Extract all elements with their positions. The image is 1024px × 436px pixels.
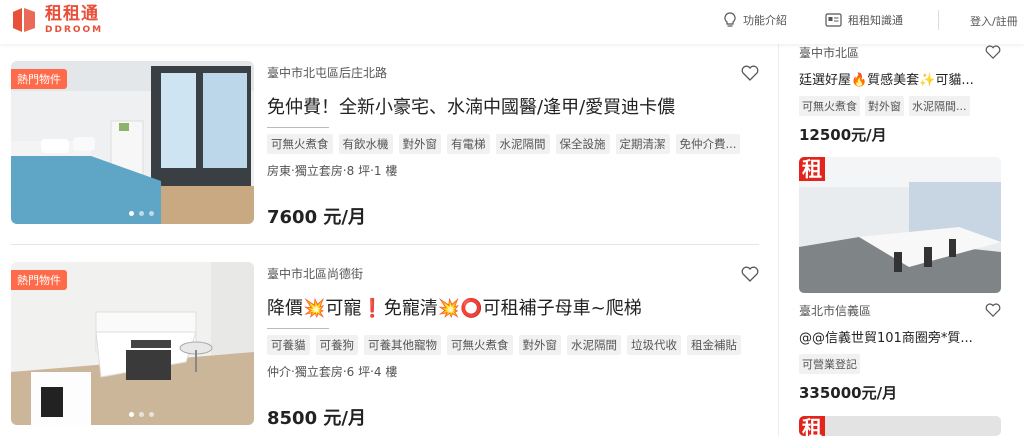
rent-badge: 租 xyxy=(799,157,825,181)
listing-tags: 可養貓 可養狗 可養其他寵物 可無火煮食 對外窗 水泥隔間 垃圾代收 租金補貼 xyxy=(267,335,757,355)
listing-tags: 可無火煮食 有飲水機 對外窗 有電梯 水泥隔間 保全設施 定期清潔 免仲介費..… xyxy=(267,134,757,154)
listing-price: 7600 元/月 xyxy=(267,207,366,228)
hot-badge: 熱門物件 xyxy=(11,270,67,290)
hot-badge: 熱門物件 xyxy=(11,69,67,89)
tag: 垃圾代收 xyxy=(627,335,681,355)
tag: 可養其他寵物 xyxy=(364,335,441,355)
listing-photo[interactable]: 熱門物件 xyxy=(11,61,254,224)
tag: 定期清潔 xyxy=(615,134,670,154)
tag: 可養貓 xyxy=(267,335,310,355)
tag: 水泥隔間... xyxy=(909,96,970,116)
brand-logo[interactable]: 租租通 DDROOM xyxy=(9,5,103,35)
recommendation-photo[interactable]: 租 xyxy=(799,416,1001,436)
recommendation-sidebar: 臺中市北區 廷選好屋🔥質感美套✨可貓... 可無火煮食 對外窗 水泥隔間... … xyxy=(778,44,1024,436)
nav-features-label: 功能介紹 xyxy=(743,14,787,27)
listing-title[interactable]: 免仲費！全新小豪宅、水湳中國醫/逢甲/愛買迪卡儂 xyxy=(267,93,761,119)
recommendation-location: 臺北市信義區 xyxy=(799,304,872,318)
brand-subtitle: DDROOM xyxy=(45,24,104,35)
recommendation-price: 335000元/月 xyxy=(799,384,898,402)
listing-meta: 仲介‧獨立套房‧6 坪‧4 樓 xyxy=(267,365,398,379)
recommendation-title[interactable]: @@信義世貿101商圈旁*質... xyxy=(799,327,1005,346)
tag: 可養狗 xyxy=(315,335,358,355)
recommendation-location: 臺中市北區 xyxy=(799,46,860,60)
tag: 對外窗 xyxy=(398,134,441,154)
nav-knowledge[interactable]: 租租知識通 xyxy=(825,12,903,28)
logo-icon xyxy=(13,8,35,32)
favorite-heart-icon[interactable] xyxy=(741,266,759,282)
lightbulb-icon xyxy=(724,12,736,27)
listing-card[interactable]: 熱門物件 臺中市北區尚德街 降價💥可寵❗免寵清💥⭕可租補子母車~爬梯 可養貓 可… xyxy=(11,262,761,429)
listing-photo[interactable]: 熱門物件 xyxy=(11,262,254,425)
brand-name: 租租通 xyxy=(45,3,99,24)
tag: 可無火煮食 xyxy=(447,335,513,355)
tag: 可營業登記 xyxy=(799,354,860,374)
carousel-dots[interactable] xyxy=(129,211,154,216)
tag: 保全設施 xyxy=(555,134,610,154)
tag: 有電梯 xyxy=(447,134,490,154)
rent-badge: 租 xyxy=(799,416,825,436)
favorite-heart-icon[interactable] xyxy=(741,65,759,81)
nav-knowledge-label: 租租知識通 xyxy=(848,14,903,27)
recommendation-photo[interactable]: 租 xyxy=(799,157,1001,293)
title-underline xyxy=(267,127,329,128)
recommendation-title[interactable]: 廷選好屋🔥質感美套✨可貓... xyxy=(799,69,1005,88)
favorite-heart-icon[interactable] xyxy=(985,45,1001,59)
recommendation-tags: 可無火煮食 對外窗 水泥隔間... xyxy=(799,96,1005,116)
listing-price: 8500 元/月 xyxy=(267,408,366,429)
news-icon xyxy=(825,13,842,27)
tag: 水泥隔間 xyxy=(567,335,621,355)
tag: 免仲介費... xyxy=(675,134,741,154)
recommendation-tags: 可營業登記 xyxy=(799,354,1005,374)
tag: 可無火煮食 xyxy=(267,134,333,154)
listing-location: 臺中市北區尚德街 xyxy=(267,267,364,281)
title-underline xyxy=(267,328,329,329)
listing-divider xyxy=(11,244,759,245)
tag: 水泥隔間 xyxy=(495,134,550,154)
listing-location: 臺中市北屯區后庄北路 xyxy=(267,66,388,80)
nav-features[interactable]: 功能介紹 xyxy=(723,12,787,28)
tag: 對外窗 xyxy=(865,96,904,116)
site-header: 租租通 DDROOM 功能介紹 租租知識通 登入/註冊 xyxy=(0,0,1024,44)
tag: 有飲水機 xyxy=(338,134,393,154)
office-photo xyxy=(799,157,1001,293)
listing-title[interactable]: 降價💥可寵❗免寵清💥⭕可租補子母車~爬梯 xyxy=(267,294,761,320)
nav-divider xyxy=(938,10,939,30)
carousel-dots[interactable] xyxy=(129,412,154,417)
recommendation-card[interactable]: 臺中市北區 廷選好屋🔥質感美套✨可貓... 可無火煮食 對外窗 水泥隔間... … xyxy=(799,44,1005,145)
login-link[interactable]: 登入/註冊 xyxy=(970,13,1018,29)
room-photo xyxy=(799,416,1001,436)
tag: 對外窗 xyxy=(518,335,561,355)
recommendation-price: 12500元/月 xyxy=(799,126,887,144)
favorite-heart-icon[interactable] xyxy=(985,303,1001,317)
listing-card[interactable]: 熱門物件 臺中市北屯區后庄北路 免仲費！全新小豪宅、水湳中國醫/逢甲/愛買迪卡儂… xyxy=(11,61,761,228)
tag: 租金補貼 xyxy=(687,335,741,355)
tag: 可無火煮食 xyxy=(799,96,860,116)
recommendation-card[interactable]: 臺北市信義區 @@信義世貿101商圈旁*質... 可營業登記 335000元/月 xyxy=(799,302,1005,403)
listing-meta: 房東‧獨立套房‧8 坪‧1 樓 xyxy=(267,164,398,178)
